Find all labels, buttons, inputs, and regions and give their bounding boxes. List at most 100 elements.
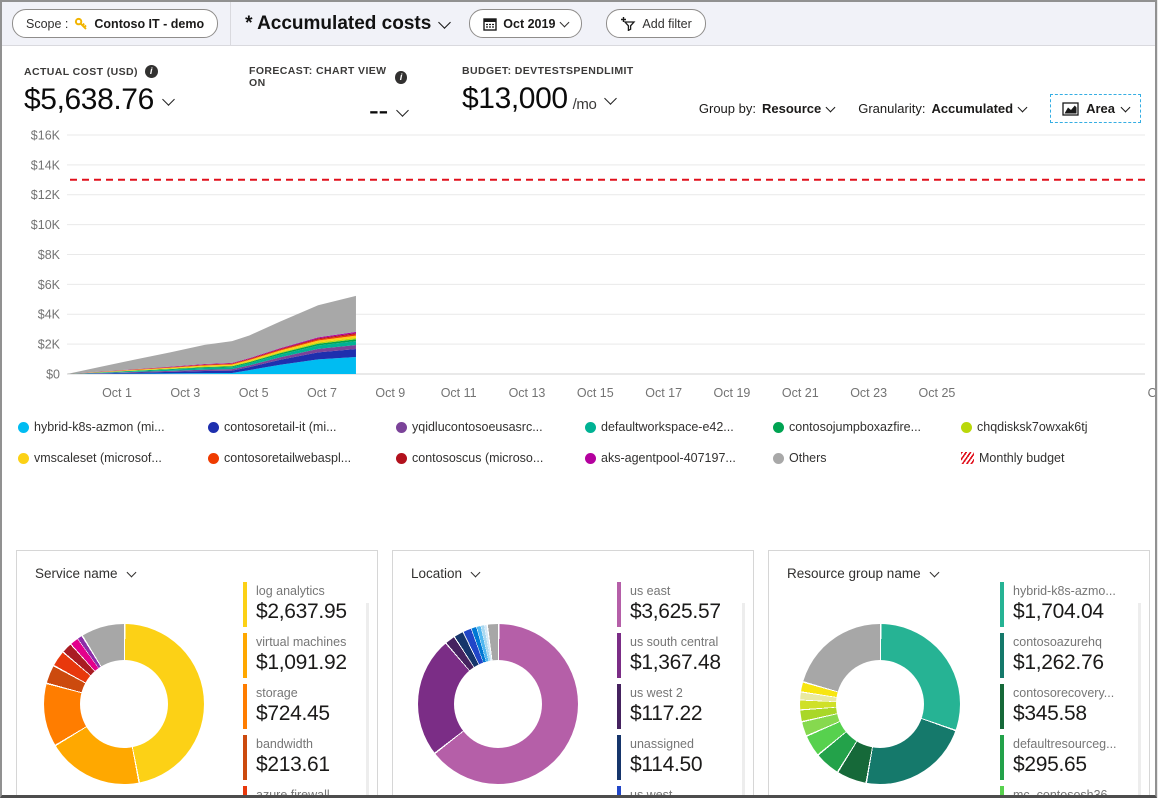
legend-item-contosoretail-it-mi[interactable]: contosoretail-it (mi... xyxy=(208,416,396,438)
breakdown-value: $724.45 xyxy=(256,702,347,726)
view-title-text: * Accumulated costs xyxy=(245,13,431,35)
chart-type-selector[interactable]: Area xyxy=(1050,94,1141,123)
kpi-actual-cost: ACTUAL COST (USD) i $5,638.76 xyxy=(24,65,173,117)
svg-text:Oct 19: Oct 19 xyxy=(714,386,751,400)
breakdown-item-bandwidth: bandwidth$213.61 xyxy=(243,735,347,780)
breakdown-label: us south central xyxy=(630,635,721,650)
forecast-dropdown[interactable]: -- xyxy=(249,94,407,128)
svg-text:Oct 5: Oct 5 xyxy=(239,386,269,400)
svg-text:Oct 25: Oct 25 xyxy=(919,386,956,400)
breakdown-value: $1,262.76 xyxy=(1013,651,1118,675)
breakdown-value: $1,704.04 xyxy=(1013,600,1118,624)
breakdown-label: azure firewall xyxy=(256,788,347,798)
legend-item-hybrid-k8s-azmon-mi[interactable]: hybrid-k8s-azmon (mi... xyxy=(18,416,208,438)
svg-text:Oct 7: Oct 7 xyxy=(307,386,337,400)
legend-item-yqidlucontosoeusasrc[interactable]: yqidlucontosoeusasrc... xyxy=(396,416,585,438)
legend-item-monthly-budget[interactable]: Monthly budget xyxy=(961,447,1155,469)
series-color-dot xyxy=(18,453,29,464)
breakdown-value: $2,637.95 xyxy=(256,600,347,624)
scope-selector[interactable]: Scope : Contoso IT - demo xyxy=(12,9,218,38)
svg-text:$0: $0 xyxy=(46,368,60,382)
svg-text:Oct 11: Oct 11 xyxy=(441,386,477,400)
info-icon[interactable]: i xyxy=(395,71,407,84)
donut-card-resource-group: Resource group name hybrid-k8s-azmo...$1… xyxy=(768,550,1150,798)
legend-item-contosoretailwebaspl[interactable]: contosoretailwebaspl... xyxy=(208,447,396,469)
breakdown-label: contosoazurehq xyxy=(1013,635,1118,650)
legend-item-others[interactable]: Others xyxy=(773,447,961,469)
breakdown-label: us west xyxy=(630,788,721,798)
legend-item-defaultworkspace-e42[interactable]: defaultworkspace-e42... xyxy=(585,416,773,438)
calendar-icon xyxy=(483,17,497,31)
legend-item-vmscaleset-microsof[interactable]: vmscaleset (microsof... xyxy=(18,447,208,469)
breakdown-item-mc-contososh36: mc_contososh36... xyxy=(1000,786,1118,798)
legend-scrollbar[interactable] xyxy=(1138,603,1141,798)
chevron-down-icon xyxy=(438,16,451,29)
budget-dropdown[interactable]: $13,000 /mo xyxy=(462,82,634,116)
date-range-picker[interactable]: Oct 2019 xyxy=(469,9,582,38)
legend-label: aks-agentpool-407197... xyxy=(601,451,736,465)
accumulated-cost-area-chart[interactable]: $0$2K$4K$6K$8K$10K$12K$14K$16KOct 1Oct 3… xyxy=(2,129,1155,412)
breakdown-item-us-south-central: us south central$1,367.48 xyxy=(617,633,721,678)
chart-controls: Group by: Resource Granularity: Accumula… xyxy=(699,94,1141,123)
scope-value: Contoso IT - demo xyxy=(94,17,204,31)
breakdown-item-hybrid-k8s-azmo: hybrid-k8s-azmo...$1,704.04 xyxy=(1000,582,1118,627)
add-filter-icon xyxy=(620,16,636,31)
chevron-down-icon xyxy=(1018,103,1028,113)
actual-cost-dropdown[interactable]: $5,638.76 xyxy=(24,83,173,117)
breakdown-label: bandwidth xyxy=(256,737,347,752)
area-chart-icon xyxy=(1062,102,1079,116)
breakdown-item-us-west: us west xyxy=(617,786,721,798)
svg-text:$14K: $14K xyxy=(31,158,61,172)
location-pivot-dropdown[interactable]: Location xyxy=(393,551,753,581)
breakdown-value: $117.22 xyxy=(630,702,721,726)
resource-group-donut-chart[interactable] xyxy=(800,624,960,784)
info-icon[interactable]: i xyxy=(145,65,158,78)
breakdown-label: storage xyxy=(256,686,347,701)
chevron-down-icon xyxy=(471,568,481,578)
series-color-dot xyxy=(208,453,219,464)
card-title: Location xyxy=(411,566,462,581)
breakdown-value: $1,091.92 xyxy=(256,651,347,675)
breakdown-value: $345.58 xyxy=(1013,702,1118,726)
location-donut-chart[interactable] xyxy=(418,624,578,784)
series-color-dot xyxy=(396,422,407,433)
series-color-dot xyxy=(773,422,784,433)
legend-item-chqdisksk7owxak6tj[interactable]: chqdisksk7owxak6tj xyxy=(961,416,1155,438)
view-title-dropdown[interactable]: * Accumulated costs xyxy=(245,13,449,35)
breakdown-label: log analytics xyxy=(256,584,347,599)
budget-suffix: /mo xyxy=(573,96,597,113)
legend-item-aks-agentpool-407197[interactable]: aks-agentpool-407197... xyxy=(585,447,773,469)
actual-cost-value: $5,638.76 xyxy=(24,83,154,117)
command-bar: Scope : Contoso IT - demo * Accumulated … xyxy=(2,2,1155,46)
legend-scrollbar[interactable] xyxy=(742,603,745,798)
svg-text:Oct 21: Oct 21 xyxy=(782,386,819,400)
legend-scrollbar[interactable] xyxy=(366,603,369,798)
series-color-dot xyxy=(585,422,596,433)
legend-label: contosoretailwebaspl... xyxy=(224,451,351,465)
add-filter-button[interactable]: Add filter xyxy=(606,9,705,38)
group-by-value: Resource xyxy=(762,101,821,116)
granularity-dropdown[interactable]: Granularity: Accumulated xyxy=(858,101,1026,116)
service-name-pivot-dropdown[interactable]: Service name xyxy=(17,551,377,581)
breakdown-label: unassigned xyxy=(630,737,721,752)
cost-analysis-window: Scope : Contoso IT - demo * Accumulated … xyxy=(0,0,1157,798)
legend-item-contososcus-microso[interactable]: contososcus (microso... xyxy=(396,447,585,469)
granularity-label: Granularity: xyxy=(858,101,925,116)
breakdown-item-virtual-machines: virtual machines$1,091.92 xyxy=(243,633,347,678)
actual-cost-label: ACTUAL COST (USD) xyxy=(24,66,138,78)
series-color-dot xyxy=(208,422,219,433)
breakdown-item-azure-firewall: azure firewall xyxy=(243,786,347,798)
budget-label: BUDGET: DEVTESTSPENDLIMIT xyxy=(462,65,634,77)
forecast-value: -- xyxy=(369,94,388,128)
chevron-down-icon xyxy=(126,568,136,578)
breakdown-item-contosoazurehq: contosoazurehq$1,262.76 xyxy=(1000,633,1118,678)
svg-text:Oct 15: Oct 15 xyxy=(577,386,614,400)
resource-group-pivot-dropdown[interactable]: Resource group name xyxy=(769,551,1149,581)
legend-item-contosojumpboxazfire[interactable]: contosojumpboxazfire... xyxy=(773,416,961,438)
breakdown-value: $3,625.57 xyxy=(630,600,721,624)
service-name-donut-chart[interactable] xyxy=(44,624,204,784)
svg-text:$10K: $10K xyxy=(31,218,61,232)
breakdown-label: virtual machines xyxy=(256,635,347,650)
group-by-dropdown[interactable]: Group by: Resource xyxy=(699,101,834,116)
svg-text:Oct 13: Oct 13 xyxy=(509,386,546,400)
